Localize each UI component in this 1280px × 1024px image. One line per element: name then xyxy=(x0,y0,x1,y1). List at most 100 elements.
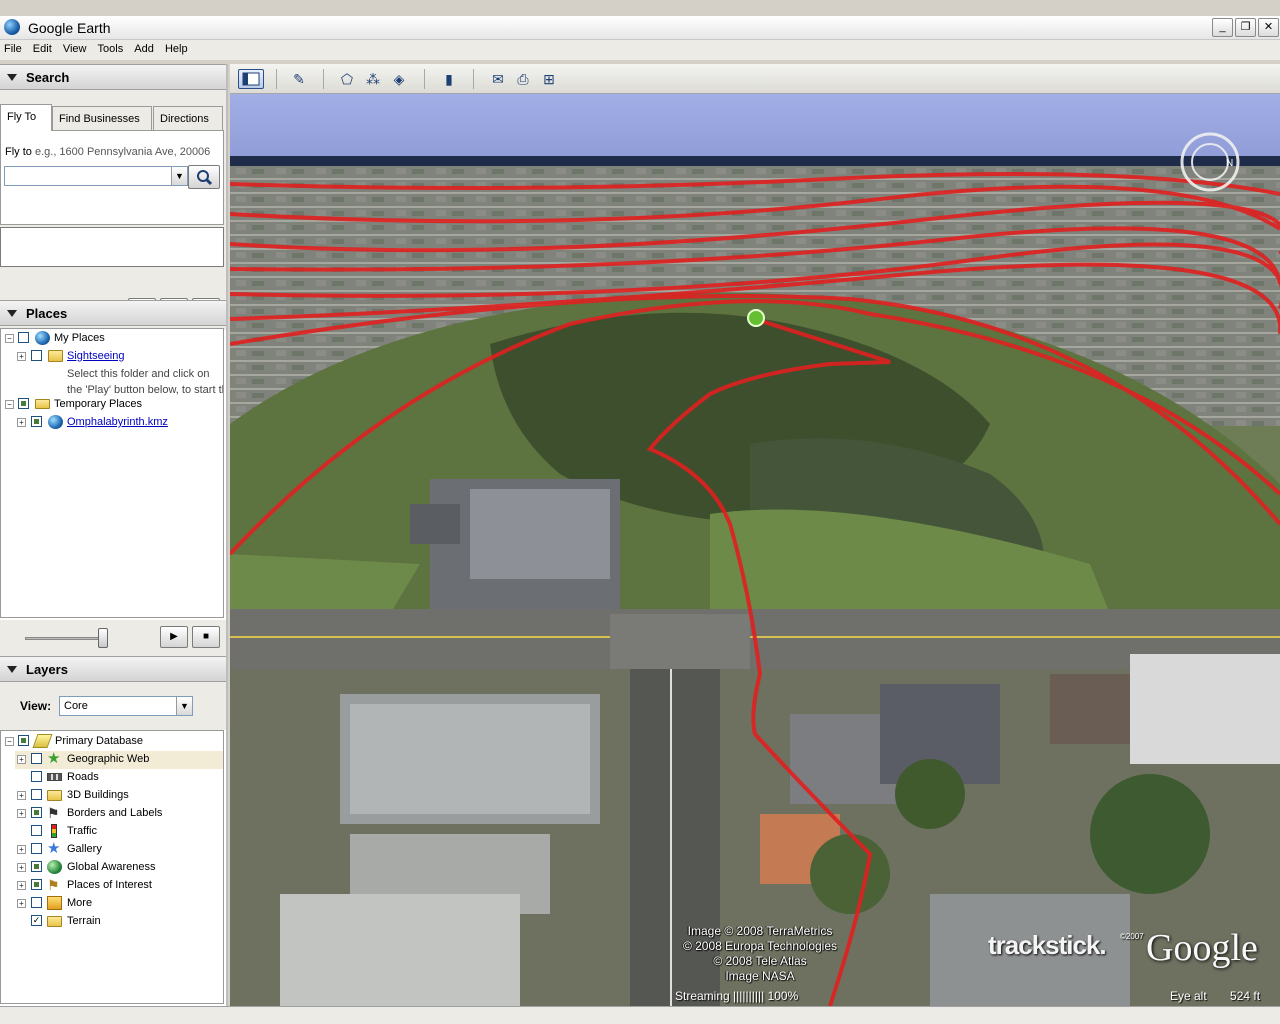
stop-tour-button[interactable]: ■ xyxy=(192,626,220,648)
ruler-button[interactable]: ▮ xyxy=(438,69,460,89)
tab-directions[interactable]: Directions xyxy=(153,106,223,130)
tour-speed-slider[interactable] xyxy=(25,637,105,640)
streaming-label: Streaming xyxy=(675,989,730,1003)
checkbox[interactable] xyxy=(31,843,42,854)
toggle-sidebar-button[interactable] xyxy=(238,69,264,89)
pushpin-icon: ✎ xyxy=(293,71,305,87)
toolbar-separator xyxy=(424,69,425,89)
checkbox[interactable] xyxy=(31,807,42,818)
tab-find-businesses[interactable]: Find Businesses xyxy=(52,106,152,130)
add-path-button[interactable]: ⁂ xyxy=(362,69,384,89)
chevron-down-icon[interactable]: ▼ xyxy=(171,167,187,185)
flyto-example: e.g., 1600 Pennsylvania Ave, 20006 xyxy=(34,146,211,158)
print-button[interactable]: ⎙ xyxy=(512,69,534,89)
expand-toggle[interactable]: + xyxy=(17,845,26,854)
layer-primary-database[interactable]: − Primary Database xyxy=(1,733,223,751)
collapse-toggle[interactable]: − xyxy=(5,334,14,343)
layer-geographic-web[interactable]: + ★ Geographic Web xyxy=(15,751,223,769)
layer-3d-buildings[interactable]: + 3D Buildings xyxy=(15,787,223,805)
checkbox[interactable] xyxy=(31,350,42,361)
layers-view-select[interactable]: Core ▼ xyxy=(59,696,193,716)
checkbox[interactable] xyxy=(31,861,42,872)
add-polygon-button[interactable]: ⬠ xyxy=(336,69,358,89)
star-icon: ★ xyxy=(47,840,61,857)
layer-more[interactable]: + More xyxy=(15,895,223,913)
toolbar: ✎ ⬠ ⁂ ◈ ▮ ✉ ⎙ ⊞ xyxy=(230,64,1280,94)
tree-item-sightseeing[interactable]: + Sightseeing xyxy=(1,348,223,366)
collapse-toggle[interactable]: − xyxy=(5,737,14,746)
checkbox[interactable] xyxy=(31,897,42,908)
envelope-icon: ✉ xyxy=(492,71,504,87)
view-in-maps-button[interactable]: ⊞ xyxy=(538,69,560,89)
menu-view[interactable]: View xyxy=(59,40,91,55)
streaming-value: 100% xyxy=(767,989,799,1003)
menu-edit[interactable]: Edit xyxy=(29,40,56,55)
expand-toggle[interactable]: + xyxy=(17,418,26,427)
checkbox[interactable] xyxy=(31,771,42,782)
add-image-overlay-button[interactable]: ◈ xyxy=(388,69,410,89)
collapse-toggle[interactable]: − xyxy=(5,400,14,409)
layers-section-header[interactable]: Layers xyxy=(0,656,226,682)
maximize-button[interactable]: ❐ xyxy=(1235,18,1256,37)
layer-borders-labels[interactable]: + ⚑ Borders and Labels xyxy=(15,805,223,823)
expand-toggle[interactable]: + xyxy=(17,809,26,818)
minimize-button[interactable]: _ xyxy=(1212,18,1233,37)
menu-help[interactable]: Help xyxy=(161,40,192,55)
tree-item-label[interactable]: Omphalabyrinth.kmz xyxy=(67,416,168,428)
layer-roads[interactable]: Roads xyxy=(15,769,223,787)
expand-toggle[interactable]: + xyxy=(17,755,26,764)
layer-terrain[interactable]: ✓ Terrain xyxy=(15,913,223,931)
layer-label: Global Awareness xyxy=(67,861,156,873)
tree-item-my-places[interactable]: − My Places xyxy=(1,330,223,348)
checkbox[interactable] xyxy=(18,735,29,746)
layer-global-awareness[interactable]: + Global Awareness xyxy=(15,859,223,877)
checkbox[interactable] xyxy=(31,879,42,890)
expand-toggle[interactable]: + xyxy=(17,791,26,800)
globe-icon xyxy=(35,331,50,345)
places-header-label: Places xyxy=(26,306,68,321)
polygon-icon: ⬠ xyxy=(340,71,354,87)
expand-toggle[interactable]: + xyxy=(17,899,26,908)
google-logo: Google xyxy=(1146,927,1258,969)
checkbox[interactable] xyxy=(31,753,42,764)
add-placemark-button[interactable]: ✎ xyxy=(288,69,310,89)
layer-places-of-interest[interactable]: + ⚑ Places of Interest xyxy=(15,877,223,895)
map-view[interactable]: N Image © 2008 TerraMetrics © 2008 Europ… xyxy=(230,94,1280,1006)
checkbox[interactable]: ✓ xyxy=(31,915,42,926)
star-icon: ★ xyxy=(47,750,61,767)
search-section-header[interactable]: Search xyxy=(0,64,226,90)
flyto-input[interactable]: ▼ xyxy=(4,166,188,186)
chevron-down-icon[interactable]: ▼ xyxy=(176,697,192,715)
checkbox[interactable] xyxy=(31,789,42,800)
email-button[interactable]: ✉ xyxy=(487,69,509,89)
checkbox[interactable] xyxy=(31,416,42,427)
places-section-header[interactable]: Places xyxy=(0,300,226,326)
tree-item-temporary-places[interactable]: − Temporary Places xyxy=(1,396,223,414)
flyto-hint: Fly to e.g., 1600 Pennsylvania Ave, 2000… xyxy=(5,146,210,158)
folder-icon xyxy=(47,916,62,927)
checkbox[interactable] xyxy=(31,825,42,836)
menu-tools[interactable]: Tools xyxy=(94,40,128,55)
tab-fly-to[interactable]: Fly To xyxy=(0,104,52,131)
expand-toggle[interactable]: + xyxy=(17,863,26,872)
checkbox[interactable] xyxy=(18,332,29,343)
status-bar xyxy=(0,1006,1280,1024)
slider-thumb[interactable] xyxy=(98,628,108,648)
close-window-button[interactable]: ✕ xyxy=(1258,18,1279,37)
layer-traffic[interactable]: Traffic xyxy=(15,823,223,841)
checkbox[interactable] xyxy=(18,398,29,409)
play-tour-button[interactable]: ▶ xyxy=(160,626,188,648)
layer-gallery[interactable]: + ★ Gallery xyxy=(15,841,223,859)
search-button[interactable] xyxy=(188,165,220,189)
layer-label: Borders and Labels xyxy=(67,807,163,819)
menu-add[interactable]: Add xyxy=(130,40,158,55)
search-header-label: Search xyxy=(26,70,70,85)
expand-toggle[interactable]: + xyxy=(17,352,26,361)
search-results xyxy=(0,227,224,267)
menu-file[interactable]: File xyxy=(0,40,26,55)
menu-bar: File Edit View Tools Add Help xyxy=(0,40,1280,60)
path-icon: ⁂ xyxy=(366,71,380,87)
tree-item-label[interactable]: Sightseeing xyxy=(67,350,125,362)
tree-item-kmz[interactable]: + Omphalabyrinth.kmz xyxy=(1,414,223,432)
expand-toggle[interactable]: + xyxy=(17,881,26,890)
